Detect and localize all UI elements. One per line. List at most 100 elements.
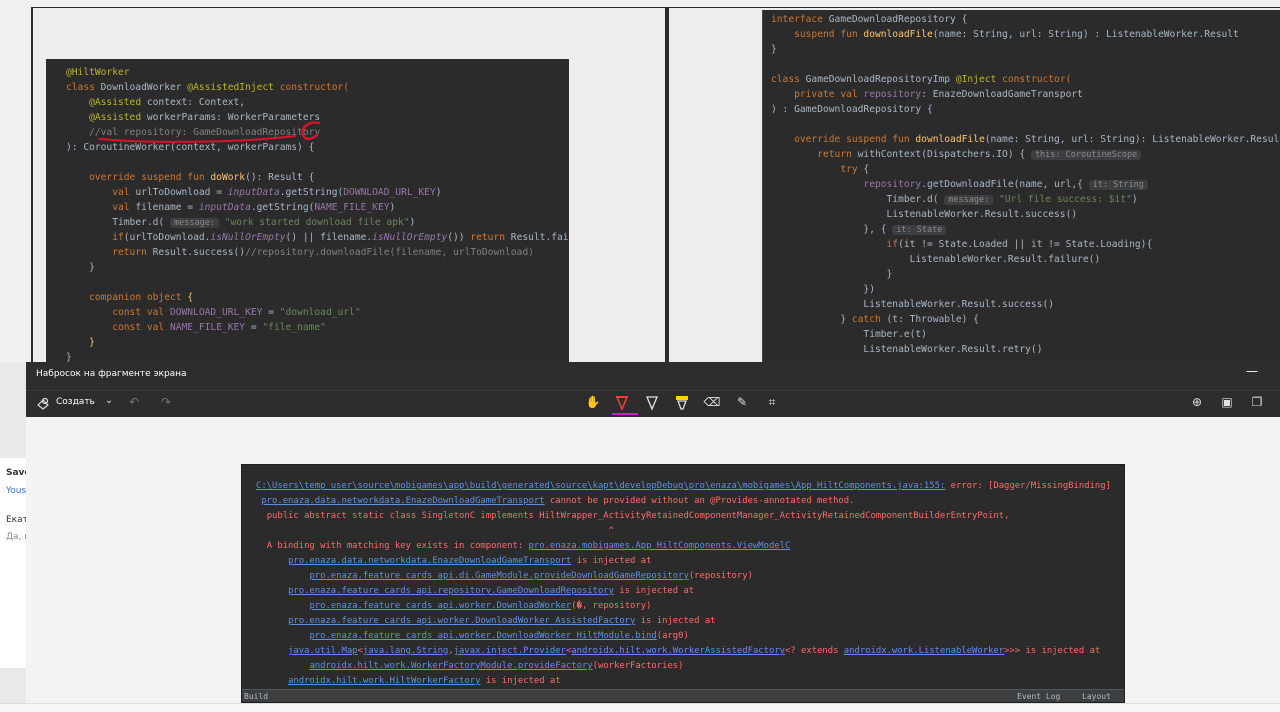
undo-icon[interactable]: ↶ <box>124 395 144 409</box>
code-line: suspend fun downloadFile(name: String, u… <box>794 29 1239 40</box>
code-line: val filename = inputData.getString(NAME_… <box>112 202 396 213</box>
class-link[interactable]: androidx.hilt.work.WorkerAssistedFactory <box>571 646 785 656</box>
class-link[interactable]: androidx.hilt.work.WorkerFactoryModule.p… <box>309 661 592 671</box>
class-link[interactable]: javax.inject.Provider <box>454 646 566 656</box>
code-line: @Assisted context: Context, <box>89 97 246 108</box>
create-icon[interactable] <box>36 396 50 410</box>
minimize-button[interactable]: — <box>1244 364 1260 378</box>
ballpoint-pen-icon[interactable] <box>615 395 629 411</box>
class-link[interactable]: pro.enaza.feature_cards_api.worker.Downl… <box>309 631 656 641</box>
error-line: pro.enaza.feature_cards_api.repository.G… <box>288 586 695 596</box>
zoom-icon[interactable]: ⊕ <box>1187 395 1207 409</box>
error-line: pro.enaza.feature_cards_api.worker.Downl… <box>288 616 716 626</box>
side-item[interactable]: Yous <box>6 486 26 496</box>
error-line: pro.enaza.feature_cards_api.worker.Downl… <box>309 631 689 641</box>
pencil-icon[interactable] <box>645 395 659 411</box>
code-line: if(it != State.Loaded || it != State.Loa… <box>886 239 1153 250</box>
toolbar: Создать ⌄ ↶ ↷ ✋ ⌫ ✎ ⌗ ⊕ ▣ ❐ <box>26 390 1280 417</box>
class-link[interactable]: pro.enaza.data.networkdata.EnazeDownload… <box>261 496 544 506</box>
error-line: C:\Users\temp_user\source\mobigames\app\… <box>256 481 1111 491</box>
side-chat-panel: Save Yous Екат Да, к <box>0 458 26 668</box>
error-line: pro.enaza.feature_cards_api.di.GameModul… <box>309 571 753 581</box>
active-tool-indicator <box>612 413 638 415</box>
code-line: ) : GameDownloadRepository { <box>771 104 933 115</box>
code-line: } <box>886 269 893 280</box>
event-log-tab[interactable]: Event Log <box>1017 692 1060 701</box>
error-line: ^ <box>608 526 614 536</box>
crop-icon[interactable]: ⌗ <box>762 395 782 410</box>
code-line: override suspend fun doWork(): Result { <box>89 172 315 183</box>
code-line: private val repository: EnazeDownloadGam… <box>794 89 1083 100</box>
window-title: Набросок на фрагменте экрана <box>36 369 187 379</box>
redo-icon[interactable]: ↷ <box>156 395 176 409</box>
code-line: ): CoroutineWorker(context, workerParams… <box>66 142 315 153</box>
save-icon[interactable]: ▣ <box>1217 395 1237 409</box>
layout-tab[interactable]: Layout <box>1082 692 1111 701</box>
code-line: return withContext(Dispatchers.IO) { thi… <box>771 147 1280 162</box>
file-link[interactable]: C:\Users\temp_user\source\mobigames\app\… <box>256 481 945 491</box>
side-item[interactable]: Да, к <box>6 532 26 542</box>
code-line: } catch (t: Throwable) { <box>840 314 979 325</box>
code-line: if(urlToDownload.isNullOrEmpty() || file… <box>112 232 569 243</box>
class-link[interactable]: androidx.work.ListenableWorker <box>844 646 1004 656</box>
error-line: java.util.Map<java.lang.String,javax.inj… <box>288 646 1101 656</box>
side-item[interactable]: Екат <box>6 515 26 525</box>
class-link[interactable]: java.util.Map <box>288 646 357 656</box>
ide-status-bar: Build Event Log Layout <box>242 689 1124 702</box>
class-link[interactable]: pro.enaza.feature_cards_api.worker.Downl… <box>288 616 635 626</box>
side-item[interactable]: Save <box>6 468 26 478</box>
error-line: pro.enaza.data.networkdata.EnazeDownload… <box>261 496 855 506</box>
code-line: Timber.d( message: "work started downloa… <box>112 217 416 228</box>
code-line: Timber.d( message: "Url file success: $i… <box>886 194 1138 205</box>
code-line: interface GameDownloadRepository { <box>771 14 968 25</box>
error-line: A binding with matching key exists in co… <box>266 541 791 551</box>
code-line: } <box>771 44 777 55</box>
title-bar: Набросок на фрагменте экрана — <box>26 362 1280 390</box>
code-panel-right: interface GameDownloadRepository { suspe… <box>762 10 1280 362</box>
copy-icon[interactable]: ❐ <box>1247 395 1267 409</box>
class-link[interactable]: pro.enaza.data.networkdata.EnazeDownload… <box>288 556 571 566</box>
class-link[interactable]: pro.enaza.feature_cards_api.repository.G… <box>288 586 614 596</box>
code-line: const val DOWNLOAD_URL_KEY = "download_u… <box>112 307 361 318</box>
class-link[interactable]: pro.enaza.mobigames.App_HiltComponents.V… <box>529 541 791 551</box>
code-line: override suspend fun downloadFile(name: … <box>794 134 1280 145</box>
code-line: const val NAME_FILE_KEY = "file_name" <box>112 322 326 333</box>
class-link[interactable]: androidx.hilt.work.HiltWorkerFactory <box>288 676 480 686</box>
build-tab[interactable]: Build <box>244 692 268 701</box>
code-line: }, { it: State <box>771 222 1280 237</box>
code-line: @Assisted workerParams: WorkerParameters <box>89 112 321 123</box>
eraser-icon[interactable]: ⌫ <box>702 395 722 409</box>
code-line: try { <box>840 164 870 175</box>
code-line: return Result.success()//repository.down… <box>112 247 534 258</box>
class-link[interactable]: pro.enaza.feature_cards_api.worker.Downl… <box>309 601 571 611</box>
code-panel-left: @HiltWorker class DownloadWorker @Assist… <box>46 59 569 362</box>
code-line: class DownloadWorker @AssistedInject con… <box>66 82 350 93</box>
ruler-icon[interactable]: ✎ <box>732 395 752 409</box>
code-line: ListenableWorker.Result.failure() <box>909 254 1101 265</box>
code-line: companion object { <box>89 292 194 303</box>
class-link[interactable]: java.lang.String <box>363 646 449 656</box>
code-line: } <box>89 337 95 348</box>
class-link[interactable]: pro.enaza.feature_cards_api.di.GameModul… <box>309 571 688 581</box>
error-line: pro.enaza.data.networkdata.EnazeDownload… <box>288 556 652 566</box>
code-line: } <box>89 262 95 273</box>
chevron-down-icon[interactable]: ⌄ <box>99 395 119 406</box>
code-line: ListenableWorker.Result.success() <box>863 299 1055 310</box>
error-line: androidx.hilt.work.WorkerFactoryModule.p… <box>309 661 684 671</box>
code-line: val urlToDownload = inputData.getString(… <box>112 187 442 198</box>
code-line: ListenableWorker.Result.success() <box>886 209 1078 220</box>
code-line: class GameDownloadRepositoryImp @Inject … <box>771 74 1072 85</box>
error-line: pro.enaza.feature_cards_api.worker.Downl… <box>309 601 652 611</box>
code-line: repository.getDownloadFile(name, url,{ i… <box>771 177 1280 192</box>
code-line: ListenableWorker.Result.retry() <box>863 344 1043 355</box>
create-button[interactable]: Создать <box>56 397 95 407</box>
code-line: //val repository: GameDownloadRepository <box>89 127 321 138</box>
code-line: } <box>66 352 72 362</box>
code-line: }) <box>863 284 875 295</box>
touch-writing-icon[interactable]: ✋ <box>583 395 603 409</box>
code-line: @HiltWorker <box>66 67 130 78</box>
highlighter-icon[interactable] <box>675 395 689 411</box>
